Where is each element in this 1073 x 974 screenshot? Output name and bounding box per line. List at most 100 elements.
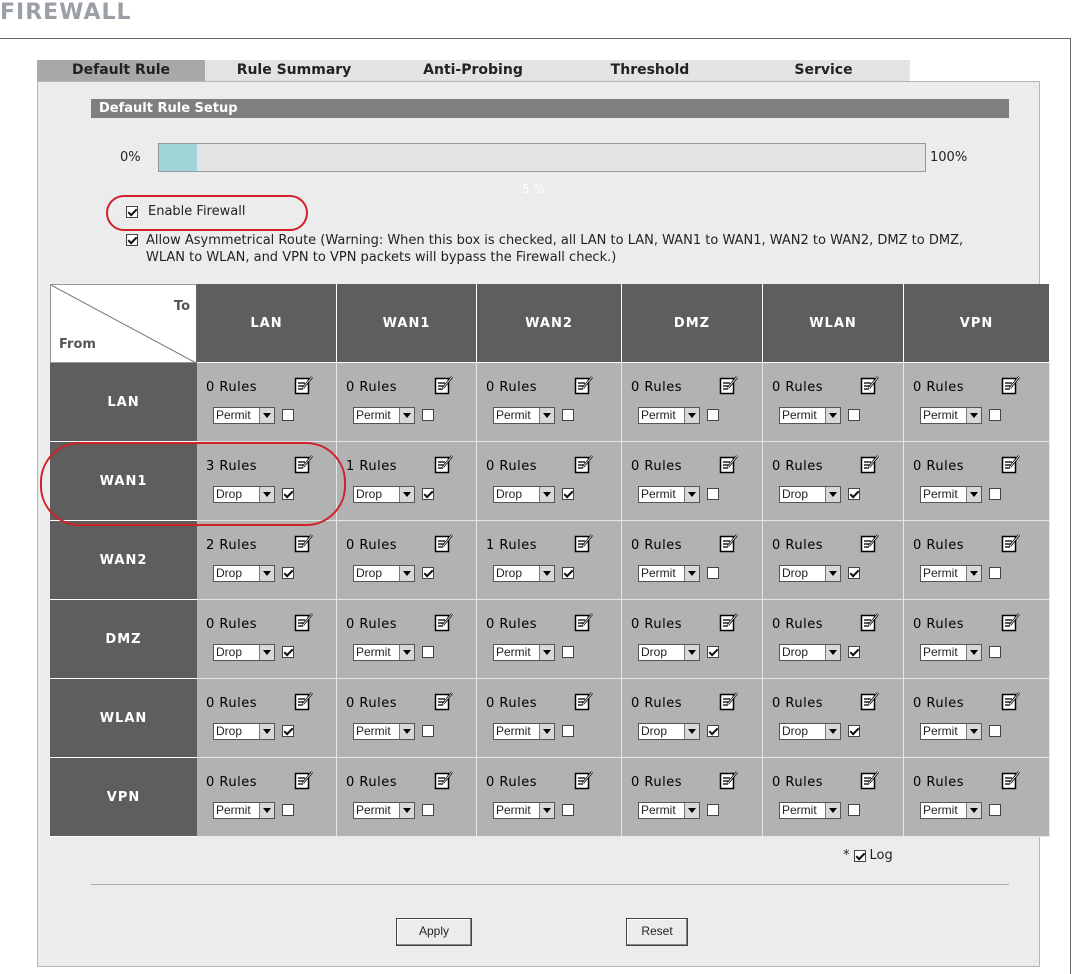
log-checkbox[interactable]: [848, 567, 860, 579]
edit-icon[interactable]: [434, 454, 454, 474]
edit-icon[interactable]: [574, 454, 594, 474]
log-checkbox[interactable]: [707, 646, 719, 658]
reset-button[interactable]: Reset: [626, 918, 688, 946]
log-checkbox[interactable]: [989, 567, 1001, 579]
edit-icon[interactable]: [1001, 612, 1021, 632]
edit-icon[interactable]: [1001, 770, 1021, 790]
tab-default-rule[interactable]: Default Rule: [37, 60, 205, 81]
action-select[interactable]: Permit: [779, 407, 841, 424]
action-select[interactable]: Permit: [493, 407, 555, 424]
edit-icon[interactable]: [294, 533, 314, 553]
log-checkbox[interactable]: [422, 567, 434, 579]
edit-icon[interactable]: [719, 691, 739, 711]
action-select[interactable]: Drop: [779, 644, 841, 661]
edit-icon[interactable]: [860, 454, 880, 474]
apply-button[interactable]: Apply: [396, 918, 472, 946]
log-checkbox[interactable]: [562, 646, 574, 658]
log-checkbox[interactable]: [562, 409, 574, 421]
log-checkbox[interactable]: [848, 804, 860, 816]
edit-icon[interactable]: [1001, 375, 1021, 395]
edit-icon[interactable]: [434, 533, 454, 553]
log-checkbox[interactable]: [422, 409, 434, 421]
action-select[interactable]: Permit: [213, 802, 275, 819]
log-checkbox[interactable]: [707, 725, 719, 737]
edit-icon[interactable]: [1001, 454, 1021, 474]
action-select[interactable]: Drop: [779, 486, 841, 503]
tab-anti-probing[interactable]: Anti-Probing: [383, 60, 563, 81]
edit-icon[interactable]: [434, 612, 454, 632]
action-select[interactable]: Drop: [493, 565, 555, 582]
action-select[interactable]: Drop: [638, 723, 700, 740]
action-select[interactable]: Drop: [779, 723, 841, 740]
action-select[interactable]: Drop: [353, 486, 415, 503]
edit-icon[interactable]: [860, 533, 880, 553]
log-checkbox[interactable]: [848, 488, 860, 500]
edit-icon[interactable]: [434, 691, 454, 711]
log-checkbox[interactable]: [282, 804, 294, 816]
log-checkbox[interactable]: [562, 725, 574, 737]
edit-icon[interactable]: [574, 612, 594, 632]
edit-icon[interactable]: [719, 612, 739, 632]
action-select[interactable]: Drop: [779, 565, 841, 582]
log-checkbox[interactable]: [282, 409, 294, 421]
action-select[interactable]: Drop: [353, 565, 415, 582]
log-checkbox[interactable]: [989, 409, 1001, 421]
edit-icon[interactable]: [1001, 691, 1021, 711]
action-select[interactable]: Permit: [493, 644, 555, 661]
edit-icon[interactable]: [574, 770, 594, 790]
log-checkbox[interactable]: [562, 488, 574, 500]
log-checkbox[interactable]: [422, 725, 434, 737]
log-checkbox[interactable]: [989, 488, 1001, 500]
edit-icon[interactable]: [719, 375, 739, 395]
edit-icon[interactable]: [860, 612, 880, 632]
edit-icon[interactable]: [860, 375, 880, 395]
log-checkbox[interactable]: [282, 567, 294, 579]
log-checkbox[interactable]: [707, 409, 719, 421]
asymmetrical-route-checkbox[interactable]: [126, 234, 138, 246]
edit-icon[interactable]: [294, 612, 314, 632]
action-select[interactable]: Permit: [493, 802, 555, 819]
action-select[interactable]: Permit: [920, 565, 982, 582]
action-select[interactable]: Drop: [213, 723, 275, 740]
log-checkbox[interactable]: [282, 488, 294, 500]
action-select[interactable]: Permit: [493, 723, 555, 740]
action-select[interactable]: Permit: [638, 486, 700, 503]
edit-icon[interactable]: [434, 375, 454, 395]
log-checkbox[interactable]: [989, 725, 1001, 737]
action-select[interactable]: Permit: [920, 802, 982, 819]
action-select[interactable]: Permit: [213, 407, 275, 424]
log-checkbox[interactable]: [422, 646, 434, 658]
edit-icon[interactable]: [574, 375, 594, 395]
edit-icon[interactable]: [574, 533, 594, 553]
tab-service[interactable]: Service: [737, 60, 910, 81]
edit-icon[interactable]: [434, 770, 454, 790]
action-select[interactable]: Drop: [213, 644, 275, 661]
log-checkbox[interactable]: [282, 725, 294, 737]
tab-threshold[interactable]: Threshold: [563, 60, 737, 81]
action-select[interactable]: Permit: [920, 486, 982, 503]
log-checkbox[interactable]: [848, 409, 860, 421]
edit-icon[interactable]: [294, 770, 314, 790]
action-select[interactable]: Permit: [353, 802, 415, 819]
edit-icon[interactable]: [574, 691, 594, 711]
log-checkbox[interactable]: [422, 804, 434, 816]
log-checkbox[interactable]: [422, 488, 434, 500]
edit-icon[interactable]: [294, 375, 314, 395]
edit-icon[interactable]: [719, 533, 739, 553]
edit-icon[interactable]: [294, 454, 314, 474]
log-checkbox[interactable]: [282, 646, 294, 658]
action-select[interactable]: Permit: [920, 407, 982, 424]
action-select[interactable]: Drop: [638, 644, 700, 661]
action-select[interactable]: Permit: [920, 723, 982, 740]
action-select[interactable]: Drop: [213, 486, 275, 503]
action-select[interactable]: Permit: [638, 407, 700, 424]
edit-icon[interactable]: [294, 691, 314, 711]
action-select[interactable]: Permit: [353, 644, 415, 661]
log-checkbox[interactable]: [707, 488, 719, 500]
log-checkbox[interactable]: [848, 725, 860, 737]
action-select[interactable]: Permit: [353, 407, 415, 424]
edit-icon[interactable]: [719, 770, 739, 790]
edit-icon[interactable]: [860, 691, 880, 711]
action-select[interactable]: Drop: [493, 486, 555, 503]
action-select[interactable]: Permit: [353, 723, 415, 740]
